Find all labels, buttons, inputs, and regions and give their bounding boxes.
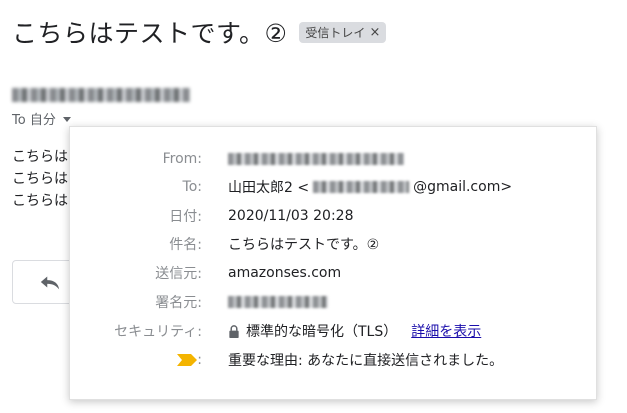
details-row-to: To: 山田太郎2 < @gmail.com> <box>70 175 596 199</box>
details-label: セキュリティ: <box>114 324 202 340</box>
to-address-redacted <box>313 181 410 193</box>
lock-icon <box>229 324 239 338</box>
details-value-mailed-by: amazonses.com <box>228 265 342 281</box>
show-details-link[interactable]: 詳細を表示 <box>411 321 481 341</box>
details-row-importance: : 重要な理由: あなたに直接送信されました。 <box>70 348 596 372</box>
details-label-importance: : <box>70 352 208 368</box>
label-chip-text: 受信トレイ <box>305 25 366 40</box>
from-redacted <box>228 153 404 165</box>
security-text: 標準的な暗号化（TLS） <box>246 324 398 340</box>
details-row-date: 日付: 2020/11/03 20:28 <box>70 204 596 228</box>
details-label: 署名元: <box>155 295 202 311</box>
show-details-chevron-down-icon[interactable] <box>58 111 76 127</box>
details-label: 送信元: <box>155 266 202 282</box>
details-value-importance: 重要な理由: あなたに直接送信されました。 <box>228 353 504 369</box>
details-value-signed-by <box>228 296 328 308</box>
subject-row: こちらはテストです。② 受信トレイ × <box>12 14 387 50</box>
details-value-security: 標準的な暗号化（TLS） 詳細を表示 <box>228 321 481 341</box>
sender-redacted <box>12 88 190 102</box>
body-line: こちらは <box>12 193 68 209</box>
message-body: こちらは こちらは こちらは <box>12 146 68 212</box>
message-details-popup: From: To: 山田太郎2 < @gmail.com> 日付: 2020/1… <box>69 126 597 400</box>
details-label: From: <box>162 151 202 167</box>
importance-label-colon: : <box>197 352 202 368</box>
body-line: こちらは <box>12 149 68 165</box>
importance-marker-icon <box>177 354 198 366</box>
details-row-signed-by: 署名元: <box>70 290 596 314</box>
reply-arrow-icon <box>40 276 60 290</box>
details-value-to: 山田太郎2 < @gmail.com> <box>228 177 512 197</box>
details-value-subject: こちらはテストです。② <box>228 237 380 253</box>
details-label: 件名: <box>169 237 202 253</box>
details-row-mailed-by: 送信元: amazonses.com <box>70 261 596 285</box>
recipient-line: To 自分 <box>12 109 76 128</box>
signed-by-redacted <box>228 296 328 308</box>
details-label: To: <box>182 179 202 195</box>
details-row-security: セキュリティ: 標準的な暗号化（TLS） 詳細を表示 <box>70 319 596 343</box>
recipient-text: To 自分 <box>12 113 56 128</box>
email-subject: こちらはテストです。② <box>12 19 288 48</box>
body-line: こちらは <box>12 171 68 187</box>
to-name: 山田太郎2 < <box>228 180 310 196</box>
remove-label-button[interactable]: × <box>369 25 380 40</box>
to-domain: @gmail.com> <box>413 179 513 195</box>
inbox-label-chip[interactable]: 受信トレイ × <box>299 21 387 43</box>
details-value-date: 2020/11/03 20:28 <box>228 208 354 224</box>
details-label: 日付: <box>169 209 202 225</box>
details-value-from <box>228 153 404 165</box>
details-row-subject: 件名: こちらはテストです。② <box>70 232 596 256</box>
details-row-from: From: <box>70 147 596 171</box>
